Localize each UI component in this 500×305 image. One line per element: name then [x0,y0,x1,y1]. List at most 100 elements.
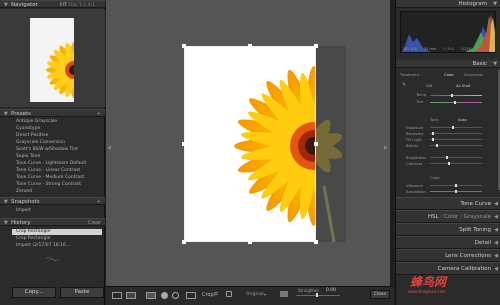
crop-handle-right[interactable] [314,142,318,146]
tint-slider-knob[interactable] [454,101,456,104]
zoom-fit[interactable]: FIT [60,2,67,7]
lock-aspect-icon[interactable] [226,291,232,297]
contrast-label: Contrast [406,161,423,166]
tone-curve-header[interactable]: Tone Curve ◀ [396,197,500,210]
crop-handle-top[interactable] [248,44,252,48]
preset-item[interactable]: Tone Curve - Linear Contrast [16,168,80,173]
snapshots-header[interactable]: ▼ Snapshots + [0,197,105,205]
bottom-toolbar: Crop: ⌗ Original ▾ Straighten 0.00 Close [106,286,394,305]
detail-header[interactable]: Detail ◀ [396,236,500,249]
wb-eyedropper-icon[interactable]: ✎ [402,82,406,88]
saturation-label: Saturation [406,189,426,194]
exif-aperture: f / 5.0 [443,47,454,51]
crop-handle-top-right[interactable] [314,44,318,48]
vibrance-slider-knob[interactable] [455,184,457,187]
preset-item[interactable]: Zeroed [16,189,32,194]
preset-item[interactable]: Grayscale Conversion [16,140,65,145]
straighten-slider-track[interactable] [296,295,340,296]
histogram-header[interactable]: Histogram ▼ [396,0,500,8]
image-canvas[interactable]: ◀ ▶ [106,0,390,292]
copy-button[interactable]: Copy... [12,287,56,298]
right-panel-toggle-icon[interactable]: ▶ [384,145,388,151]
crop-frame[interactable] [184,46,316,242]
expand-triangle-icon: ◀ [494,214,498,220]
collapse-triangle-icon: ▼ [4,2,8,8]
hsl-header[interactable]: HSL / Color / Grayscale ◀ [396,210,500,223]
crop-handle-left[interactable] [182,142,186,146]
history-item[interactable]: Crop Rectangle [16,229,50,234]
preset-item[interactable]: Cyanotype [16,126,40,131]
crop-handle-top-left[interactable] [182,44,186,48]
history-header[interactable]: ▼ History Clear [0,218,105,226]
fill-light-slider-track[interactable] [430,139,482,140]
left-panel-toggle-icon[interactable]: ◀ [107,145,111,151]
grayscale-tab[interactable]: Grayscale [464,214,491,220]
split-toning-header[interactable]: Split Toning ◀ [396,223,500,236]
basic-header[interactable]: Basic ▼ [396,60,500,68]
preset-item[interactable]: Tone Curve - Lightroom Default [16,161,86,166]
add-snapshot-icon[interactable]: + [97,199,101,205]
zoom-1-1[interactable]: 1:1 [79,2,86,7]
fill-light-label: Fill Light [406,137,422,142]
add-preset-icon[interactable]: + [97,111,101,117]
wb-select[interactable]: As Shot [456,83,470,88]
temp-slider-track[interactable] [430,95,482,96]
lens-corrections-header[interactable]: Lens Corrections ◀ [396,249,500,262]
left-panel: ▼ Navigator FIT FILL 1:1 4:1 ▼ Presets +… [0,0,105,305]
hsl-tab[interactable]: HSL [428,214,439,220]
crop-handle-bottom[interactable] [248,240,252,244]
brightness-label: Brightness [406,155,427,160]
grid-view-icon[interactable] [126,292,136,299]
navigator-preview[interactable] [0,9,105,107]
history-clear-button[interactable]: Clear [88,220,101,226]
crop-overlay-dim [316,46,346,242]
fill-light-slider-knob[interactable] [432,138,434,141]
tint-slider-track[interactable] [430,102,482,103]
preset-item[interactable]: Direct Positive [16,133,48,138]
recovery-slider-knob[interactable] [432,132,434,135]
exposure-slider-track[interactable] [430,127,482,128]
recovery-slider-track[interactable] [430,133,482,134]
preset-item[interactable]: Tone Curve - Strong Contrast [16,182,81,187]
snapshot-item[interactable]: Import [16,208,31,213]
aspect-select[interactable]: Original [246,292,264,297]
crop-tool-icon[interactable]: ⌗ [214,290,218,299]
treatment-label: Treatment : [400,72,422,77]
treatment-color-option[interactable]: Color [444,72,454,77]
history-item[interactable]: Import (2/17/07 16:16... [16,243,70,248]
preset-item[interactable]: Antique Grayscale [16,119,57,124]
history-item[interactable]: Crop Rectangle [16,236,50,241]
red-eye-icon[interactable] [172,292,179,299]
color-tab[interactable]: Color [444,214,458,220]
preset-item[interactable]: Tone Curve - Medium Contrast [16,175,84,180]
blacks-slider-knob[interactable] [436,144,438,147]
adjust-icon[interactable] [186,292,196,299]
tone-auto-button[interactable]: Auto [458,117,467,122]
zoom-fill[interactable]: FILL [68,2,77,7]
straighten-angle-value: 0.00 [326,288,337,293]
saturation-slider-knob[interactable] [455,190,457,193]
crop-handle-bottom-left[interactable] [182,240,186,244]
aspect-dropdown-icon[interactable]: ▾ [264,292,266,297]
spot-removal-icon[interactable] [161,292,168,299]
close-crop-button[interactable]: Close [370,290,390,299]
temp-slider-knob[interactable] [451,94,453,97]
crop-handle-bottom-right[interactable] [314,240,318,244]
brightness-slider-knob[interactable] [446,156,448,159]
presets-header[interactable]: ▼ Presets + [0,109,105,117]
navigator-thumbnail [30,18,74,102]
contrast-slider-knob[interactable] [448,162,450,165]
straighten-slider-knob[interactable] [316,293,318,297]
navigator-header[interactable]: ▼ Navigator FIT FILL 1:1 4:1 [0,0,105,8]
paste-button[interactable]: Paste [60,287,104,298]
straighten-tool-icon[interactable] [280,291,288,297]
contrast-slider-track[interactable] [430,163,482,164]
treatment-grayscale-option[interactable]: Grayscale [464,72,483,77]
before-after-icon[interactable] [146,292,156,299]
brightness-slider-track[interactable] [430,157,482,158]
zoom-4-1[interactable]: 4:1 [88,2,95,7]
preset-item[interactable]: Scott's B&W w/Shadow Tint [16,147,78,152]
exposure-slider-knob[interactable] [452,126,454,129]
preset-item[interactable]: Sepia Tone [16,154,40,159]
loupe-view-icon[interactable] [112,292,122,299]
